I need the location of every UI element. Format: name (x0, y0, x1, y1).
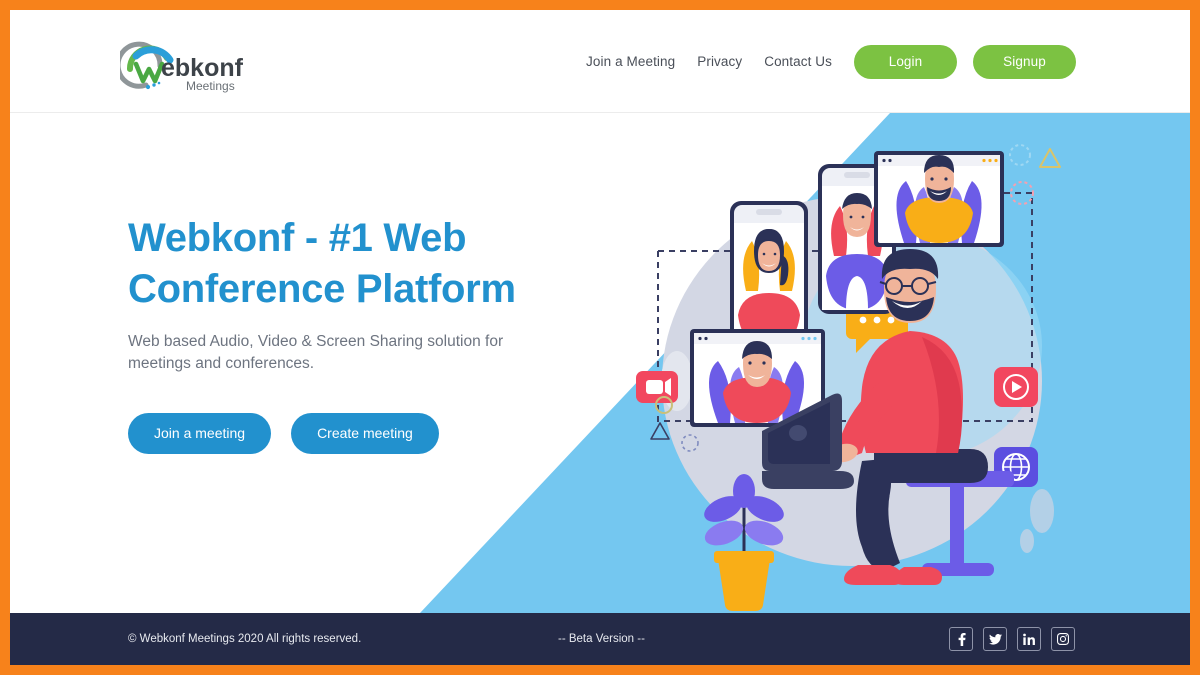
facebook-icon[interactable] (949, 627, 973, 651)
main-nav: Join a Meeting Privacy Contact Us Login … (586, 10, 1076, 113)
page-frame: ebkonf Meetings Join a Meeting Privacy C… (10, 10, 1190, 665)
hero-section: Webkonf - #1 Web Conference Platform Web… (10, 113, 1190, 613)
browser-window-bearded-man (874, 151, 1004, 247)
video-camera-badge (636, 371, 678, 403)
hero-copy: Webkonf - #1 Web Conference Platform Web… (128, 213, 598, 454)
logo-link[interactable]: ebkonf Meetings (120, 36, 250, 98)
headline-line-1: Webkonf - #1 Web (128, 216, 467, 260)
join-a-meeting-button[interactable]: Join a meeting (128, 412, 272, 454)
play-badge (994, 367, 1038, 407)
instagram-icon[interactable] (1051, 627, 1075, 651)
nav-link-contact-us[interactable]: Contact Us (764, 54, 832, 69)
hero-cta-row: Join a meeting Create meeting (128, 412, 598, 454)
headline-line-2: Conference Platform (128, 266, 516, 311)
video-conference-illustration (622, 131, 1092, 611)
hero-subtitle: Web based Audio, Video & Screen Sharing … (128, 332, 504, 372)
login-button[interactable]: Login (854, 44, 957, 79)
twitter-icon[interactable] (983, 627, 1007, 651)
page-title: Webkonf - #1 Web Conference Platform (128, 213, 598, 315)
site-footer: © Webkonf Meetings 2020 All rights reser… (10, 613, 1190, 665)
social-links (949, 627, 1075, 651)
signup-button[interactable]: Signup (973, 44, 1076, 79)
copyright-text: © Webkonf Meetings 2020 All rights reser… (128, 633, 362, 645)
svg-text:ebkonf: ebkonf (161, 54, 244, 82)
linkedin-icon[interactable] (1017, 627, 1041, 651)
create-meeting-button[interactable]: Create meeting (291, 412, 439, 454)
phone-frame-woman (730, 201, 808, 351)
site-header: ebkonf Meetings Join a Meeting Privacy C… (10, 10, 1190, 113)
svg-text:Meetings: Meetings (186, 79, 235, 93)
nav-link-privacy[interactable]: Privacy (697, 54, 742, 69)
webkonf-swirl-logo: ebkonf Meetings (120, 41, 244, 93)
nav-link-join-a-meeting[interactable]: Join a Meeting (586, 54, 675, 69)
beta-version-text: -- Beta Version -- (558, 633, 645, 645)
